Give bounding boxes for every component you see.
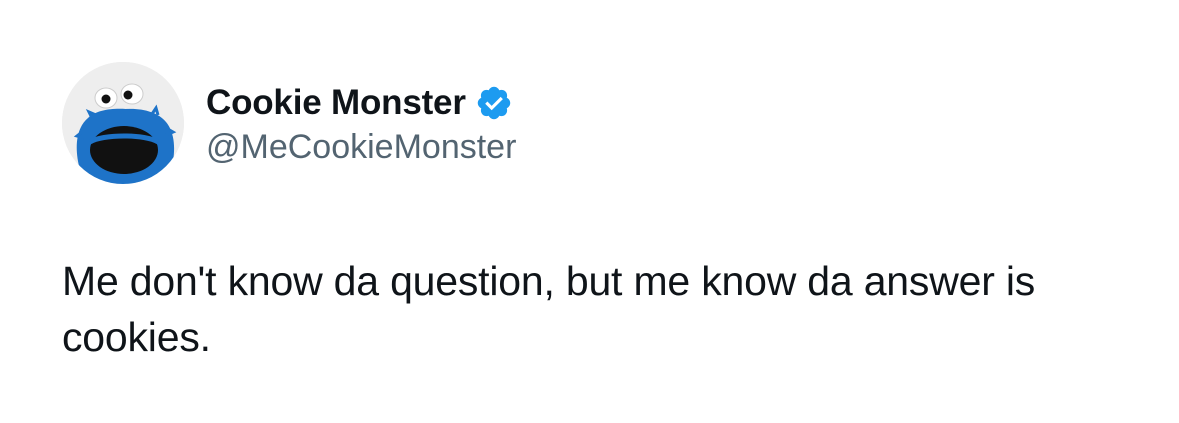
author-info: Cookie Monster @MeCookieMonster xyxy=(206,80,516,167)
avatar[interactable] xyxy=(62,62,184,184)
cookie-monster-avatar-icon xyxy=(62,62,184,184)
author-display-name[interactable]: Cookie Monster xyxy=(206,83,466,123)
tweet-header: Cookie Monster @MeCookieMonster xyxy=(62,62,516,184)
author-handle[interactable]: @MeCookieMonster xyxy=(206,128,516,167)
tweet-text: Me don't know da question, but me know d… xyxy=(62,258,1036,360)
name-row: Cookie Monster xyxy=(206,80,516,126)
verified-badge-icon[interactable] xyxy=(475,84,513,122)
tweet-card: Cookie Monster @MeCookieMonster Me don't… xyxy=(0,0,1179,423)
